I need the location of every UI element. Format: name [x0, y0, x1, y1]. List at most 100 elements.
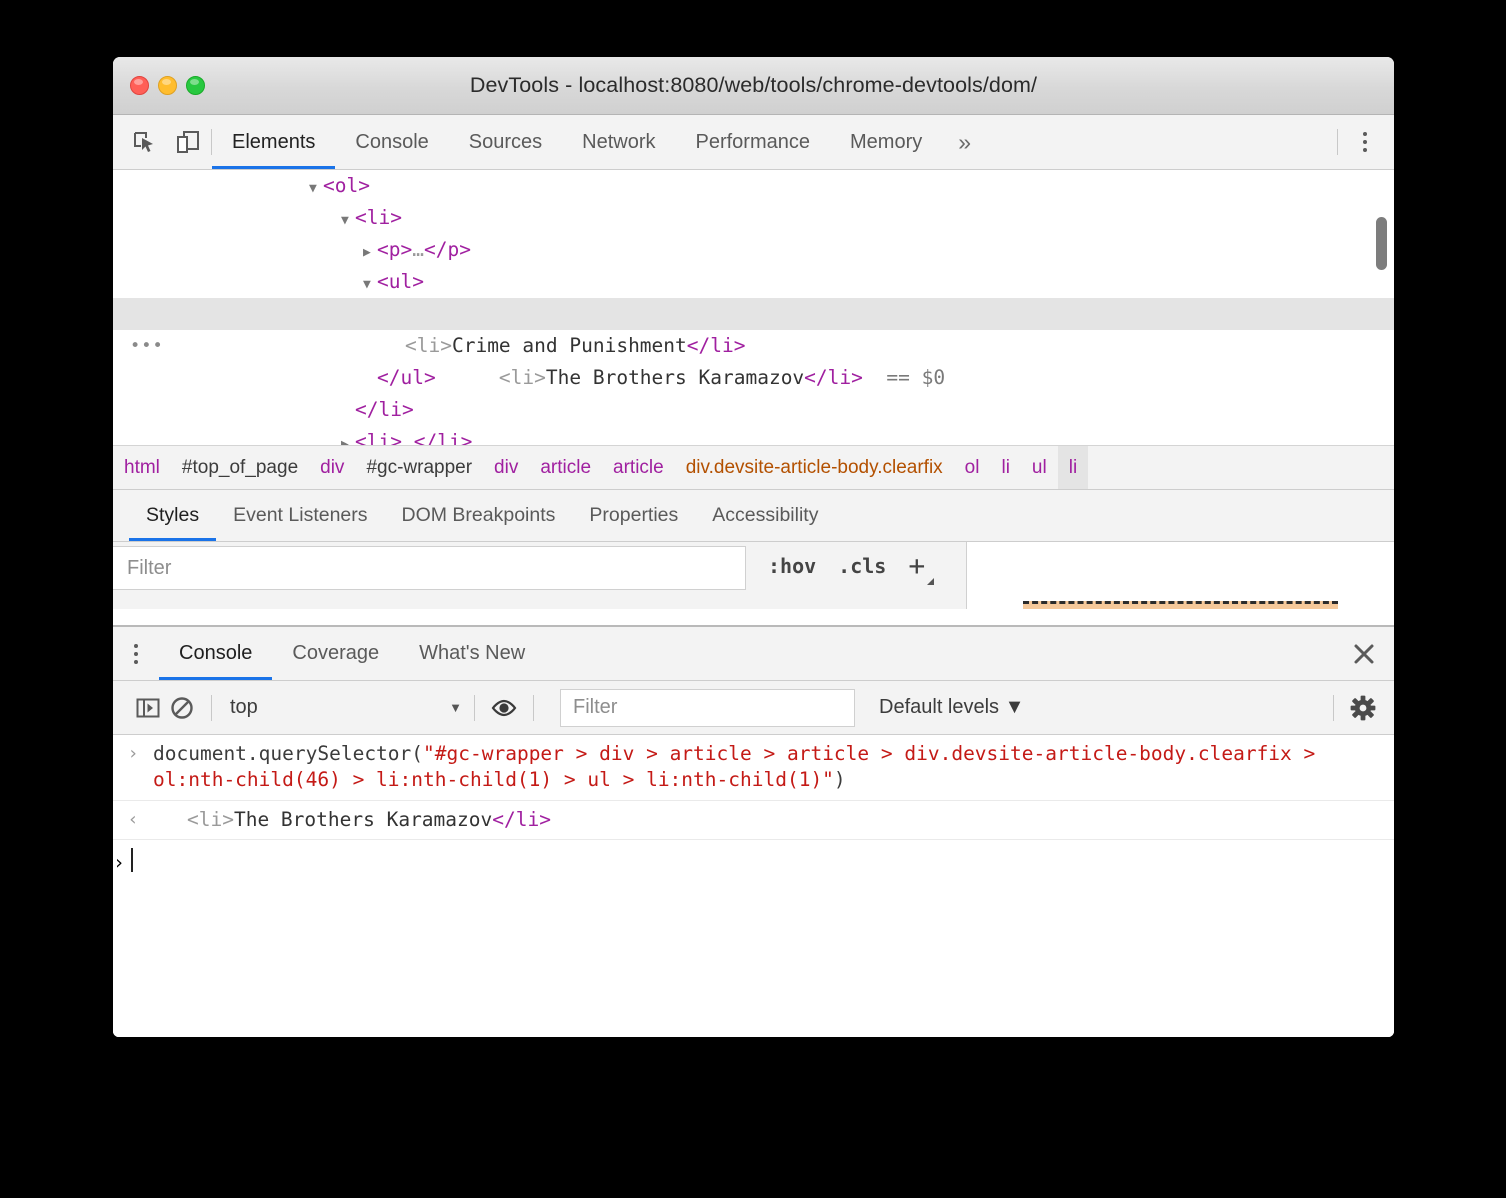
tab-event-listeners[interactable]: Event Listeners — [216, 490, 384, 541]
execution-context-value: top — [230, 696, 258, 719]
dom-node-li-crime[interactable]: <li>Crime and Punishment</li> — [113, 330, 1394, 362]
devtools-main-toolbar: Elements Console Sources Network Perform… — [113, 115, 1394, 170]
styles-filter-input[interactable]: Filter — [113, 546, 746, 590]
breadcrumb-item-div-1[interactable]: div — [309, 446, 355, 490]
breadcrumb-item-li-1[interactable]: li — [990, 446, 1020, 490]
expand-toggle-icon[interactable]: ▼ — [363, 269, 377, 301]
styles-filter-row: Filter :hov .cls + — [113, 542, 966, 609]
zoom-window-button[interactable] — [186, 76, 205, 95]
expand-toggle-icon[interactable]: ▼ — [341, 205, 355, 237]
tab-elements[interactable]: Elements — [212, 115, 335, 169]
toolbar-right-group — [1337, 115, 1394, 169]
dom-node-li[interactable]: ▼<li> — [113, 202, 1394, 234]
toolbar-divider — [533, 695, 534, 721]
close-window-button[interactable] — [130, 76, 149, 95]
dom-node-li-next[interactable]: ▶<li>…</li> — [113, 426, 1394, 446]
computed-box-model-pane — [966, 542, 1394, 609]
console-sidebar-icon[interactable] — [131, 691, 165, 725]
breadcrumb: html #top_of_page div #gc-wrapper div ar… — [113, 446, 1394, 490]
breadcrumb-item-html[interactable]: html — [113, 446, 171, 490]
clear-console-icon[interactable] — [165, 691, 199, 725]
console-toolbar-right — [1321, 691, 1380, 725]
breadcrumb-item-article-2[interactable]: article — [602, 446, 675, 490]
execution-context-select[interactable]: top ▼ — [224, 696, 462, 719]
tab-elements-label: Elements — [232, 131, 315, 154]
drawer-tab-console[interactable]: Console — [159, 627, 272, 680]
tab-performance-label: Performance — [696, 131, 811, 154]
drawer-tab-coverage[interactable]: Coverage — [272, 627, 399, 680]
tab-memory-label: Memory — [850, 131, 922, 154]
dom-node-p[interactable]: ▶<p>…</p> — [113, 234, 1394, 266]
breadcrumb-item-li-selected[interactable]: li — [1058, 446, 1088, 490]
dom-node-ol[interactable]: ▼<ol> — [113, 170, 1394, 202]
log-levels-select[interactable]: Default levels ▼ — [879, 696, 1024, 719]
collapse-toggle-icon[interactable]: ▶ — [363, 237, 377, 269]
text-cursor — [131, 848, 133, 872]
console-prompt-input[interactable] — [125, 848, 133, 877]
breadcrumb-item-gc-wrapper[interactable]: #gc-wrapper — [355, 446, 483, 490]
node-badge-ellipsis[interactable]: ••• — [130, 330, 164, 362]
toolbar-divider-right — [1337, 129, 1338, 155]
chevron-down-icon: ▼ — [449, 700, 462, 715]
element-classes-button[interactable]: .cls — [838, 554, 886, 578]
devtools-drawer: Console Coverage What's New — [113, 625, 1394, 1037]
drawer-tabbar: Console Coverage What's New — [113, 627, 1394, 681]
tab-sources[interactable]: Sources — [449, 115, 562, 169]
breadcrumb-item-top-of-page[interactable]: #top_of_page — [171, 446, 309, 490]
live-expression-icon[interactable] — [487, 691, 521, 725]
tab-network[interactable]: Network — [562, 115, 675, 169]
tab-properties[interactable]: Properties — [572, 490, 695, 541]
styles-pane: Filter :hov .cls + — [113, 542, 1394, 609]
selected-node-reference: == $0 — [886, 366, 945, 389]
console-prompt-arrow-icon: › — [113, 851, 125, 874]
inspect-element-icon[interactable] — [131, 129, 157, 155]
expand-toggle-icon[interactable]: ▼ — [309, 173, 323, 205]
minimize-window-button[interactable] — [158, 76, 177, 95]
close-drawer-icon[interactable] — [1334, 627, 1394, 680]
tab-accessibility[interactable]: Accessibility — [695, 490, 835, 541]
console-input-arrow-icon: › — [113, 741, 153, 794]
window-controls — [130, 76, 205, 95]
tab-sources-label: Sources — [469, 131, 542, 154]
toolbar-divider — [1333, 695, 1334, 721]
console-input-text: document.querySelector("#gc-wrapper > di… — [153, 741, 1394, 794]
drawer-kebab-menu-icon[interactable] — [113, 627, 159, 680]
dom-node-ul[interactable]: ▼<ul> — [113, 266, 1394, 298]
dom-node-li-close[interactable]: </li> — [113, 394, 1394, 426]
new-style-rule-button[interactable]: + — [908, 552, 925, 580]
screen: DevTools - localhost:8080/web/tools/chro… — [0, 0, 1506, 1198]
tab-performance[interactable]: Performance — [676, 115, 831, 169]
breadcrumb-item-ol[interactable]: ol — [954, 446, 991, 490]
toggle-element-state-button[interactable]: :hov — [768, 554, 816, 578]
console-filter-input[interactable]: Filter — [560, 689, 855, 727]
dom-tree-panel[interactable]: ▼<ol> ▼<li> ▶<p>…</p> ▼<ul> ••• <li>The … — [113, 170, 1394, 446]
window-titlebar: DevTools - localhost:8080/web/tools/chro… — [113, 57, 1394, 115]
console-input-message[interactable]: › document.querySelector("#gc-wrapper > … — [113, 735, 1394, 801]
kebab-menu-icon[interactable] — [1350, 127, 1380, 157]
drawer-tab-whats-new[interactable]: What's New — [399, 627, 545, 680]
dom-node-selected[interactable]: ••• <li>The Brothers Karamazov</li> == $… — [113, 298, 1394, 330]
more-tabs-button[interactable]: » — [942, 115, 987, 169]
console-output-message[interactable]: ‹ <li>The Brothers Karamazov</li> — [113, 801, 1394, 840]
tab-console[interactable]: Console — [335, 115, 448, 169]
collapse-toggle-icon[interactable]: ▶ — [341, 429, 355, 446]
tab-dom-breakpoints[interactable]: DOM Breakpoints — [385, 490, 573, 541]
breadcrumb-item-div-2[interactable]: div — [483, 446, 529, 490]
toolbar-divider — [474, 695, 475, 721]
tab-memory[interactable]: Memory — [830, 115, 942, 169]
device-toolbar-icon[interactable] — [175, 129, 201, 155]
styles-toggle-group: :hov .cls + — [768, 552, 925, 580]
console-output-arrow-icon: ‹ — [113, 807, 153, 833]
tab-styles[interactable]: Styles — [129, 490, 216, 541]
breadcrumb-item-article-1[interactable]: article — [529, 446, 602, 490]
breadcrumb-item-article-body[interactable]: div.devsite-article-body.clearfix — [675, 446, 954, 490]
console-prompt-row[interactable]: › — [113, 840, 1394, 883]
box-model-diagram — [1023, 601, 1338, 609]
gear-icon[interactable] — [1346, 691, 1380, 725]
styles-sidebar-tabs: Styles Event Listeners DOM Breakpoints P… — [113, 490, 1394, 542]
tab-console-label: Console — [355, 131, 428, 154]
dom-tree-scrollbar[interactable] — [1376, 217, 1387, 270]
breadcrumb-item-ul[interactable]: ul — [1021, 446, 1058, 490]
devtools-window: DevTools - localhost:8080/web/tools/chro… — [113, 57, 1394, 1037]
console-output[interactable]: › document.querySelector("#gc-wrapper > … — [113, 735, 1394, 1037]
